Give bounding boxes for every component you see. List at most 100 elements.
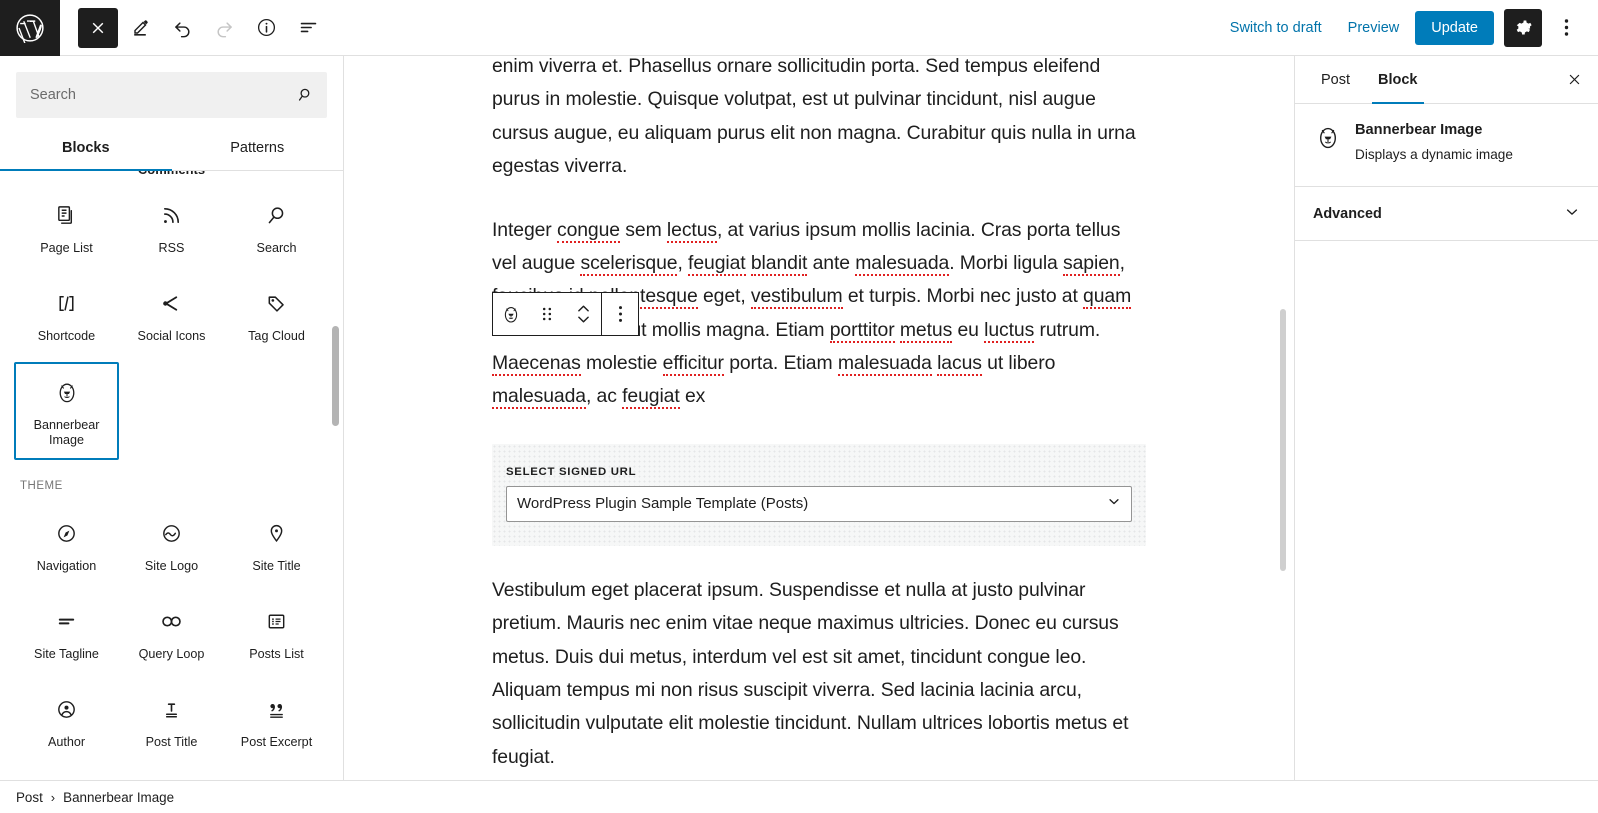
update-button[interactable]: Update xyxy=(1415,10,1494,45)
block-item-shortcode[interactable]: Shortcode xyxy=(14,274,119,362)
select-signed-url-label: SELECT SIGNED URL xyxy=(506,465,637,478)
block-item-search[interactable]: Search xyxy=(224,186,329,274)
blocks-scroll-area[interactable]: Comments Page List xyxy=(0,171,343,780)
tab-blocks[interactable]: Blocks xyxy=(0,128,172,170)
block-label: Author xyxy=(47,735,86,750)
breadcrumb-post[interactable]: Post xyxy=(16,790,43,805)
block-label: Site Title xyxy=(252,559,301,574)
edit-pencil-icon[interactable] xyxy=(120,8,160,48)
search-icon xyxy=(297,86,315,104)
block-label: Post Title xyxy=(145,735,198,750)
redo-icon[interactable] xyxy=(204,8,244,48)
block-item-site-title[interactable]: Site Title xyxy=(224,504,329,592)
tab-patterns[interactable]: Patterns xyxy=(172,128,344,170)
bannerbear-icon xyxy=(54,378,80,406)
list-view-icon[interactable] xyxy=(288,8,328,48)
tagline-icon xyxy=(55,607,78,635)
editor-canvas[interactable]: enim viverra et. Phasellus ornare sollic… xyxy=(344,56,1294,780)
block-title: Bannerbear Image xyxy=(1355,122,1483,138)
gear-icon[interactable] xyxy=(1504,8,1542,47)
block-label: RSS xyxy=(158,241,185,255)
block-item-post-title[interactable]: Post Title xyxy=(119,680,224,768)
advanced-accordion[interactable]: Advanced xyxy=(1295,187,1598,242)
block-grid-theme: Navigation Site Logo Site Title Site Tag… xyxy=(14,504,329,768)
block-item-post-excerpt[interactable]: Post Excerpt xyxy=(224,680,329,768)
inserter-scrollbar[interactable] xyxy=(332,326,339,426)
block-item-page-list[interactable]: Page List xyxy=(14,186,119,274)
block-label: Navigation xyxy=(36,559,97,574)
block-item-posts-list[interactable]: Posts List xyxy=(224,592,329,680)
close-icon[interactable] xyxy=(1556,62,1592,98)
more-options-icon[interactable] xyxy=(602,293,638,335)
page-list-icon xyxy=(55,201,78,229)
block-label: Posts List xyxy=(249,647,304,662)
block-label: Query Loop xyxy=(138,647,205,662)
top-bar-right-actions: Switch to draft Preview Update xyxy=(1220,8,1598,47)
block-inserter-panel: Blocks Patterns Comments Page List xyxy=(0,56,344,780)
block-label: Bannerbear Image xyxy=(33,418,100,448)
block-info-card: Bannerbear Image Displays a dynamic imag… xyxy=(1295,104,1598,188)
search-icon xyxy=(265,201,288,229)
editor-top-bar: Switch to draft Preview Update xyxy=(0,0,1598,56)
select-signed-url-dropdown[interactable]: WordPress Plugin Sample Template (Posts) xyxy=(506,485,1132,522)
sidebar-tabs: Post Block xyxy=(1295,56,1598,104)
block-label: Social Icons xyxy=(137,329,206,343)
tab-block[interactable]: Block xyxy=(1364,56,1432,104)
wordpress-logo-icon[interactable] xyxy=(0,0,60,56)
block-toolbar-main-group xyxy=(493,293,601,335)
post-content: enim viverra et. Phasellus ornare sollic… xyxy=(344,56,1294,780)
block-item-bannerbear-image[interactable]: Bannerbear Image xyxy=(14,362,119,461)
site-logo-icon xyxy=(160,519,183,547)
search-input[interactable] xyxy=(16,72,327,118)
search-area xyxy=(0,56,343,118)
settings-sidebar: Post Block Bannerbear Image Displays a d… xyxy=(1294,56,1598,780)
post-title-icon xyxy=(160,695,183,723)
canvas-scrollbar[interactable] xyxy=(1280,309,1286,571)
close-editor-button[interactable] xyxy=(78,7,118,48)
block-item-social-icons[interactable]: Social Icons xyxy=(119,274,224,362)
block-info-text: Bannerbear Image Displays a dynamic imag… xyxy=(1355,122,1513,164)
preview-button[interactable]: Preview xyxy=(1338,12,1410,44)
block-description: Displays a dynamic image xyxy=(1355,147,1513,162)
block-item-site-tagline[interactable]: Site Tagline xyxy=(14,592,119,680)
block-label: Site Tagline xyxy=(34,647,99,662)
bannerbear-image-block[interactable]: SELECT SIGNED URL WordPress Plugin Sampl… xyxy=(492,443,1146,546)
wordpress-block-editor: Switch to draft Preview Update Search Bl… xyxy=(0,0,1598,813)
block-label: Search xyxy=(256,241,297,255)
posts-list-icon xyxy=(265,607,288,635)
switch-to-draft-button[interactable]: Switch to draft xyxy=(1220,12,1332,44)
paragraph-block[interactable]: Vestibulum eget placerat ipsum. Suspendi… xyxy=(492,574,1146,774)
bannerbear-icon xyxy=(1315,123,1341,156)
breadcrumb-bannerbear-image[interactable]: Bannerbear Image xyxy=(63,790,174,805)
block-item-navigation[interactable]: Navigation xyxy=(14,504,119,592)
block-label: Post Excerpt xyxy=(240,735,313,750)
search-box xyxy=(16,72,327,118)
compass-icon xyxy=(55,519,78,547)
chevron-down-icon xyxy=(1564,204,1580,223)
block-item-query-loop[interactable]: Query Loop xyxy=(119,592,224,680)
block-item-site-logo[interactable]: Site Logo xyxy=(119,504,224,592)
tag-icon xyxy=(265,289,288,317)
block-item-rss[interactable]: RSS xyxy=(119,186,224,274)
block-item-author[interactable]: Author xyxy=(14,680,119,768)
post-excerpt-icon xyxy=(265,695,288,723)
info-icon[interactable] xyxy=(246,8,286,48)
loop-icon xyxy=(159,607,184,635)
move-up-down-icon[interactable] xyxy=(565,293,601,335)
tab-post[interactable]: Post xyxy=(1307,56,1364,104)
block-toolbar xyxy=(492,292,639,336)
paragraph-block[interactable]: enim viverra et. Phasellus ornare sollic… xyxy=(492,56,1146,184)
drag-handle-icon[interactable] xyxy=(529,293,565,335)
block-label: Site Logo xyxy=(144,559,199,574)
block-item-tag-cloud[interactable]: Tag Cloud xyxy=(224,274,329,362)
select-signed-url-wrap: WordPress Plugin Sample Template (Posts) xyxy=(506,485,1132,522)
undo-icon[interactable] xyxy=(162,8,202,48)
author-avatar-icon xyxy=(55,695,78,723)
block-label: Tag Cloud xyxy=(248,329,305,343)
more-options-icon[interactable] xyxy=(1548,9,1584,47)
bannerbear-icon[interactable] xyxy=(493,293,529,335)
map-pin-icon xyxy=(265,519,288,547)
breadcrumb-separator: › xyxy=(50,789,56,805)
advanced-label: Advanced xyxy=(1313,205,1382,222)
block-label: Shortcode xyxy=(37,329,96,343)
